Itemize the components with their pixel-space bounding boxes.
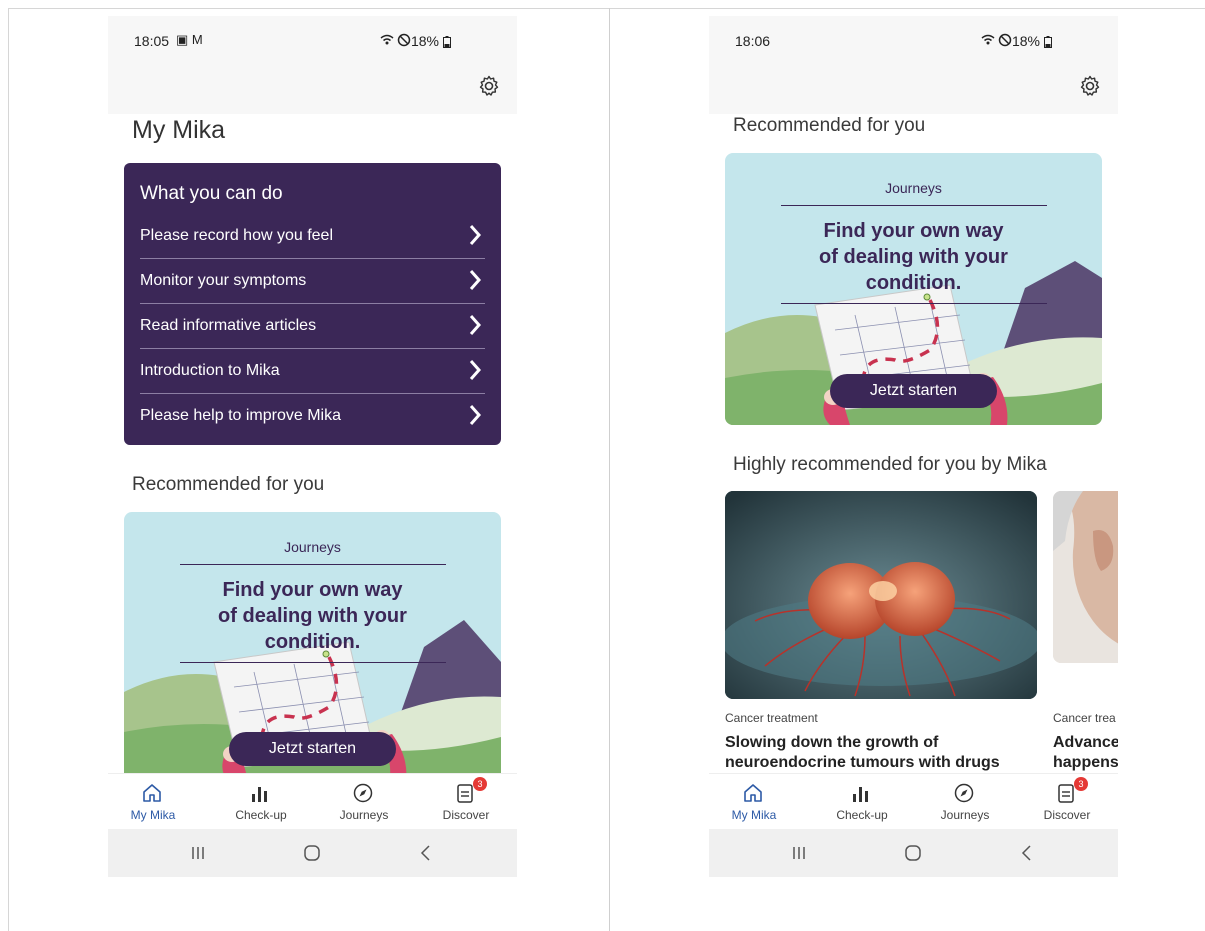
notification-badge: 3: [473, 777, 487, 791]
article-card[interactable]: Cancer treatment Slowing down the growth…: [725, 491, 1038, 781]
tab-label: Journeys: [339, 808, 389, 822]
journey-category: Journeys: [885, 180, 942, 196]
recommended-section-title: Recommended for you: [733, 115, 926, 136]
article-title-line-1: Slowing down the growth of: [725, 734, 939, 751]
journey-headline-line-2: of dealing with your: [218, 605, 407, 627]
battery-icon: [443, 35, 451, 51]
phone-screen-my-mika: 18:05 ▣ M 18% My Mika What you can do Pl…: [108, 16, 517, 877]
journey-headline-line-2: of dealing with your: [819, 246, 1008, 268]
settings-gear-icon[interactable]: [477, 74, 501, 98]
tab-journeys[interactable]: Journeys: [319, 774, 409, 830]
tab-my-mika[interactable]: My Mika: [709, 774, 799, 830]
article-title-line-2: neuroendocrine tumours with drugs: [725, 754, 1000, 771]
todo-monitor-symptoms[interactable]: Monitor your symptoms: [140, 259, 485, 304]
todo-read-articles[interactable]: Read informative articles: [140, 304, 485, 349]
tab-check-up[interactable]: Check-up: [216, 774, 306, 830]
chevron-right-icon: [469, 270, 481, 290]
bar-chart-icon: [853, 787, 868, 802]
todo-help-improve[interactable]: Please help to improve Mika: [140, 394, 485, 439]
notification-icons: ▣ M: [176, 32, 203, 47]
back-icon[interactable]: [1015, 841, 1039, 865]
battery-level: 18%: [410, 33, 439, 49]
journey-headline-line-3: condition.: [865, 272, 962, 294]
todo-record-feeling[interactable]: Please record how you feel: [140, 214, 485, 259]
status-bar: 18:06 18%: [709, 16, 1118, 114]
what-you-can-do-card: What you can do Please record how you fe…: [124, 163, 501, 445]
article-category: Cancer treatment: [725, 711, 818, 725]
article-category: Cancer trea: [1053, 711, 1116, 725]
todo-introduction[interactable]: Introduction to Mika: [140, 349, 485, 394]
tab-journeys[interactable]: Journeys: [920, 774, 1010, 830]
chevron-right-icon: [469, 360, 481, 380]
tab-label: Discover: [1043, 808, 1091, 822]
journey-category: Journeys: [284, 539, 341, 555]
battery-level: 18%: [1011, 33, 1040, 49]
home-icon: [143, 784, 161, 802]
article-card[interactable]: Cancer trea Advance happens: [1053, 491, 1118, 781]
journey-headline-line-1: Find your own way: [222, 579, 403, 601]
journey-card[interactable]: Journeys Find your own way of dealing wi…: [124, 512, 501, 782]
tab-label: Discover: [442, 808, 490, 822]
journey-headline-line-3: condition.: [264, 631, 361, 653]
page-title: My Mika: [132, 116, 226, 144]
todo-label: Please help to improve Mika: [140, 407, 341, 424]
status-time: 18:06: [735, 33, 771, 49]
chevron-right-icon: [469, 225, 481, 245]
tab-my-mika[interactable]: My Mika: [108, 774, 198, 830]
tab-label: Journeys: [940, 808, 990, 822]
start-journey-button[interactable]: Jetzt starten: [830, 374, 997, 408]
journey-card[interactable]: Journeys Find your own way of dealing wi…: [725, 153, 1102, 425]
article-image: [725, 491, 1037, 699]
recommended-section-title: Recommended for you: [132, 474, 325, 495]
phone-screen-scrolled: 18:06 18% Recommended for you Journeys F…: [709, 16, 1118, 877]
tab-discover[interactable]: 3 Discover: [421, 774, 511, 830]
tab-label: Check-up: [235, 808, 287, 822]
todo-label: Monitor your symptoms: [140, 272, 307, 289]
bar-chart-icon: [252, 787, 267, 802]
bottom-tab-bar: My Mika Check-up Journeys 3 Discover: [709, 773, 1118, 829]
status-bar: 18:05 ▣ M 18%: [108, 16, 517, 114]
tab-label: My Mika: [130, 808, 176, 822]
divider: [781, 205, 1047, 206]
article-title-line-2: happens: [1053, 754, 1118, 771]
todo-label: Please record how you feel: [140, 227, 333, 244]
divider: [180, 564, 446, 565]
compass-icon: [353, 783, 373, 803]
article-title-line-1: Advance: [1053, 734, 1118, 751]
wifi-icon: [379, 33, 413, 50]
recent-apps-icon[interactable]: [186, 841, 210, 865]
home-nav-icon[interactable]: [300, 841, 324, 865]
tab-discover[interactable]: 3 Discover: [1022, 774, 1112, 830]
wifi-icon: [980, 33, 1014, 50]
divider: [781, 303, 1047, 304]
highly-recommended-section-title: Highly recommended for you by Mika: [733, 454, 1047, 475]
compass-icon: [954, 783, 974, 803]
card-heading: What you can do: [140, 183, 283, 204]
home-nav-icon[interactable]: [901, 841, 925, 865]
article-image: [1053, 491, 1118, 663]
journey-headline-line-1: Find your own way: [823, 220, 1004, 242]
recent-apps-icon[interactable]: [787, 841, 811, 865]
todo-label: Introduction to Mika: [140, 362, 280, 379]
todo-label: Read informative articles: [140, 317, 317, 334]
chevron-right-icon: [469, 315, 481, 335]
home-icon: [744, 784, 762, 802]
back-icon[interactable]: [414, 841, 438, 865]
divider: [180, 662, 446, 663]
tab-label: Check-up: [836, 808, 888, 822]
start-journey-button[interactable]: Jetzt starten: [229, 732, 396, 766]
system-nav-bar: [709, 829, 1118, 877]
settings-gear-icon[interactable]: [1078, 74, 1102, 98]
tab-label: My Mika: [731, 808, 777, 822]
battery-icon: [1044, 35, 1052, 51]
chevron-right-icon: [469, 405, 481, 425]
tab-check-up[interactable]: Check-up: [817, 774, 907, 830]
system-nav-bar: [108, 829, 517, 877]
status-time: 18:05: [134, 33, 170, 49]
notification-badge: 3: [1074, 777, 1088, 791]
bottom-tab-bar: My Mika Check-up Journeys 3 Discover: [108, 773, 517, 829]
